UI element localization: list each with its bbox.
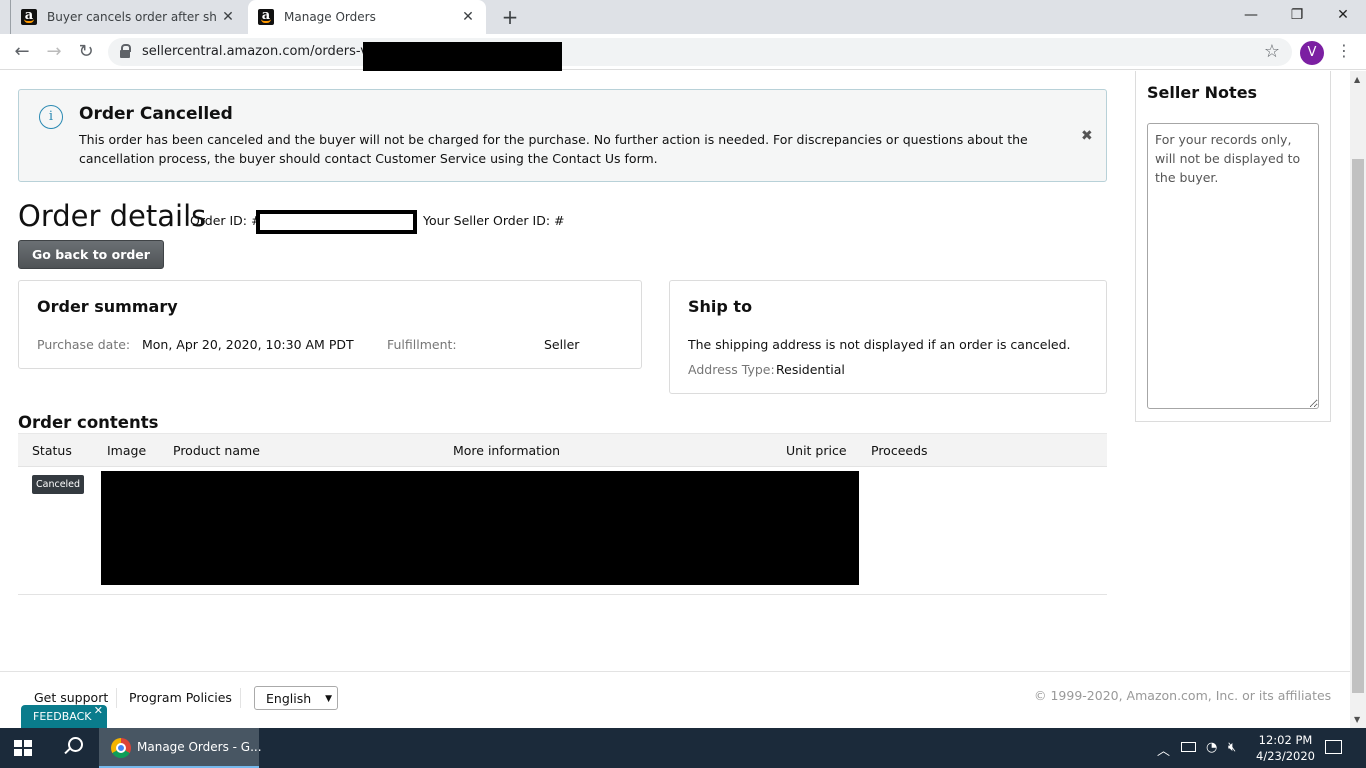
taskbar-app-label: Manage Orders - G... — [137, 740, 262, 754]
page-scrollbar[interactable]: ▲ ▼ — [1350, 71, 1366, 728]
reload-icon[interactable]: ↻ — [74, 40, 98, 64]
lock-icon — [120, 44, 131, 58]
search-icon[interactable] — [62, 737, 83, 757]
taskbar-chrome-app[interactable]: Manage Orders - G... — [99, 728, 262, 768]
column-header-more-information: More information — [453, 443, 561, 458]
chevron-up-icon[interactable]: ︿ — [1157, 740, 1170, 759]
scroll-thumb[interactable] — [1352, 159, 1364, 693]
redacted-url-segment — [363, 42, 562, 74]
windows-start-icon[interactable] — [14, 740, 32, 756]
feedback-label: FEEDBACK — [33, 710, 92, 723]
amazon-favicon-icon: a — [21, 9, 37, 25]
chrome-icon — [111, 738, 131, 758]
bookmark-star-icon[interactable]: ☆ — [1264, 41, 1280, 62]
minimize-button[interactable]: — — [1228, 0, 1274, 30]
language-select[interactable]: English ▼ — [254, 686, 338, 710]
order-contents-table: Status Image Product name More informati… — [18, 433, 1107, 595]
address-bar[interactable]: sellercentral.amazon.com/orders-v3/ ☆ — [108, 38, 1292, 74]
close-window-button[interactable]: ✕ — [1320, 0, 1366, 30]
close-icon[interactable]: ✕ — [94, 699, 103, 722]
page-footer: Get support Program Policies English ▼ ©… — [0, 671, 1350, 728]
info-icon: i — [39, 105, 63, 129]
back-arrow-icon[interactable]: ← — [10, 40, 34, 64]
ship-to-card: Ship to The shipping address is not disp… — [669, 280, 1107, 394]
address-type-value: Residential — [776, 362, 845, 377]
footer-divider — [240, 688, 241, 708]
ship-to-message: The shipping address is not displayed if… — [688, 337, 1071, 352]
redacted-product-details — [101, 471, 859, 585]
scroll-up-arrow-icon[interactable]: ▲ — [1354, 75, 1360, 84]
volume-muted-icon[interactable]: 🔇︎ — [1228, 740, 1236, 755]
fulfillment-label: Fulfillment: — [387, 337, 457, 352]
amazon-favicon-icon: a — [258, 9, 274, 25]
forward-arrow-icon[interactable]: → — [42, 40, 66, 64]
order-summary-title: Order summary — [37, 297, 178, 316]
order-cancelled-alert: i Order Cancelled This order has been ca… — [18, 89, 1107, 182]
purchase-date-value: Mon, Apr 20, 2020, 10:30 AM PDT — [142, 337, 354, 352]
column-header-product-name: Product name — [173, 443, 260, 458]
tab-buyer-cancels[interactable]: a Buyer cancels order after shipping ✕ — [10, 0, 246, 34]
column-header-unit-price: Unit price — [786, 443, 847, 458]
address-type-label: Address Type: — [688, 362, 775, 377]
copyright-text: © 1999-2020, Amazon.com, Inc. or its aff… — [1034, 688, 1332, 703]
new-tab-button[interactable]: + — [498, 5, 522, 29]
column-header-status: Status — [32, 443, 72, 458]
chevron-down-icon: ▼ — [325, 694, 332, 704]
order-id-label: Order ID: # — [190, 213, 262, 228]
tab-title: Manage Orders — [284, 10, 376, 24]
footer-divider — [116, 688, 117, 708]
clock-date: 4/23/2020 — [1256, 749, 1315, 763]
tab-manage-orders[interactable]: a Manage Orders ✕ — [248, 0, 486, 34]
profile-avatar[interactable]: V — [1300, 41, 1324, 65]
program-policies-link[interactable]: Program Policies — [129, 690, 232, 705]
alert-title: Order Cancelled — [79, 104, 233, 124]
seller-notes-input[interactable] — [1147, 123, 1319, 409]
browser-toolbar: ← → ↻ sellercentral.amazon.com/orders-v3… — [0, 34, 1366, 74]
language-value: English — [266, 691, 312, 706]
purchase-date-label: Purchase date: — [37, 337, 131, 352]
column-header-proceeds: Proceeds — [871, 443, 928, 458]
close-icon[interactable]: ✖ — [1081, 128, 1093, 144]
order-contents-title: Order contents — [18, 413, 159, 432]
back-to-order-list-button[interactable]: Go back to order list — [18, 240, 164, 289]
page-title: Order details — [18, 199, 207, 233]
feedback-button[interactable]: FEEDBACK ✕ — [21, 704, 107, 728]
seller-order-id-label: Your Seller Order ID: # — [423, 213, 565, 228]
seller-notes-title: Seller Notes — [1147, 83, 1258, 102]
status-badge: Canceled — [32, 475, 85, 494]
battery-icon[interactable] — [1181, 742, 1196, 752]
browser-tab-strip: a Buyer cancels order after shipping ✕ a… — [0, 0, 1366, 34]
alert-body: This order has been canceled and the buy… — [79, 132, 1028, 166]
restore-button[interactable]: ❐ — [1274, 0, 1320, 30]
browser-menu-icon[interactable]: ⋮ — [1336, 40, 1352, 64]
close-tab-icon[interactable]: ✕ — [218, 9, 238, 25]
order-summary-card: Order summary Purchase date: Mon, Apr 20… — [18, 280, 642, 369]
clock-time: 12:02 PM — [1258, 733, 1313, 747]
url-text: sellercentral.amazon.com/orders-v3/ — [142, 44, 381, 59]
column-header-image: Image — [107, 443, 147, 458]
page-content: i Order Cancelled This order has been ca… — [0, 71, 1350, 728]
redacted-order-id — [256, 210, 417, 234]
wifi-icon[interactable]: ◔ — [1206, 740, 1217, 755]
scroll-down-arrow-icon[interactable]: ▼ — [1354, 715, 1360, 724]
table-header: Status Image Product name More informati… — [18, 433, 1107, 467]
windows-taskbar: Manage Orders - G... ︿ ◔ 🔇︎ 12:02 PM 4/2… — [0, 728, 1366, 768]
fulfillment-value: Seller — [544, 337, 580, 352]
notifications-icon[interactable] — [1325, 740, 1342, 754]
ship-to-title: Ship to — [688, 297, 753, 316]
close-tab-icon[interactable]: ✕ — [458, 9, 478, 25]
system-clock[interactable]: 12:02 PM 4/23/2020 — [1256, 732, 1315, 764]
seller-notes-panel: Seller Notes — [1135, 71, 1331, 422]
tab-title: Buyer cancels order after shipping — [47, 10, 218, 24]
